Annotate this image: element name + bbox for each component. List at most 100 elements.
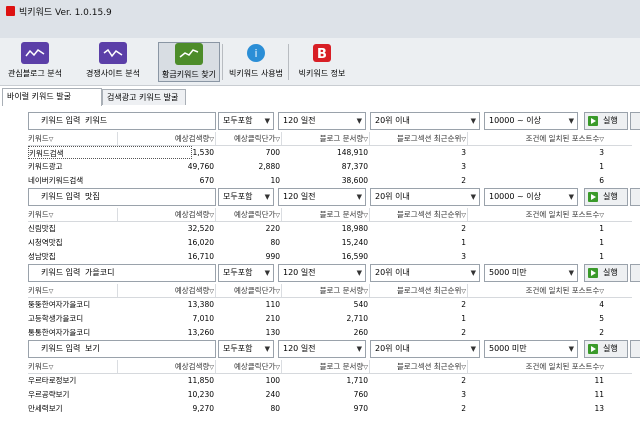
period-select[interactable]: 120 일전 ▼ — [278, 188, 366, 206]
table-cell: 16,590 — [341, 252, 368, 261]
column-header-label: 예상클릭단가 — [233, 286, 276, 295]
column-header[interactable]: 예상검색량▽ — [118, 360, 214, 373]
chevron-down-icon: ▼ — [356, 193, 362, 201]
table-row[interactable]: 키워드검색 1,530 700 148,910 3 3 — [28, 146, 632, 159]
match-filter-select[interactable]: 모두포함 ▼ — [218, 188, 274, 206]
toolbar-golden-keyword-button[interactable]: 황금키워드 찾기 — [158, 42, 220, 82]
period-select[interactable]: 120 일전 ▼ — [278, 264, 366, 282]
keyword-input[interactable]: 키워드 입력 키워드 — [28, 112, 216, 130]
volume-select[interactable]: 5000 미만 ▼ — [484, 340, 578, 358]
column-header[interactable]: 예상클릭단가▽ — [216, 208, 280, 221]
run-button-label: 실행 — [603, 116, 618, 125]
table-cell: 9,270 — [192, 404, 214, 413]
play-icon — [588, 268, 598, 278]
column-header[interactable]: 블로그 문서량▽ — [282, 132, 368, 145]
run-button[interactable]: 실행 — [584, 340, 628, 358]
column-header[interactable]: 조건에 일치된 포스트수▽ — [468, 360, 604, 373]
toolbar-info-button[interactable]: B 빅키워드 정보 — [292, 42, 352, 82]
table-row[interactable]: 고등학생가을코디 7,010 210 2,710 1 5 — [28, 312, 632, 325]
table-cell: 210 — [265, 314, 280, 323]
table-cell: 49,760 — [187, 162, 214, 171]
column-header[interactable]: 예상클릭단가▽ — [216, 360, 280, 373]
chevron-down-icon: ▼ — [568, 117, 574, 125]
match-filter-select[interactable]: 모두포함 ▼ — [218, 264, 274, 282]
chevron-down-icon: ▼ — [356, 117, 362, 125]
run-button[interactable]: 실행 — [584, 112, 628, 130]
table-row[interactable]: 시청역맛집 16,020 80 15,240 1 1 — [28, 236, 632, 249]
column-header[interactable]: 예상클릭단가▽ — [216, 132, 280, 145]
sort-icon: ▽ — [275, 212, 280, 219]
volume-select[interactable]: 10000 ~ 이상 ▼ — [484, 112, 578, 130]
volume-value: 10000 ~ 이상 — [489, 116, 541, 125]
rank-select[interactable]: 20위 이내 ▼ — [370, 188, 480, 206]
column-divider — [215, 360, 216, 373]
column-header[interactable]: 블로그 문서량▽ — [282, 208, 368, 221]
column-divider — [369, 208, 370, 221]
keyword-input[interactable]: 키워드 입력 가을코디 — [28, 264, 216, 282]
column-header[interactable]: 블로그섹션 최근순위▽ — [370, 360, 466, 373]
table-row[interactable]: 통통한여자가을코디 13,260 130 260 2 2 — [28, 326, 632, 339]
keyword-input[interactable]: 키워드 입력 맛집 — [28, 188, 216, 206]
column-header[interactable]: 조건에 일치된 포스트수▽ — [468, 208, 604, 221]
column-header[interactable]: 블로그섹션 최근순위▽ — [370, 208, 466, 221]
column-header[interactable]: 예상검색량▽ — [118, 132, 214, 145]
column-header[interactable]: 키워드▽ — [28, 360, 116, 373]
help-info-icon: i — [242, 42, 270, 64]
column-header[interactable]: 예상검색량▽ — [118, 208, 214, 221]
rank-select[interactable]: 20위 이내 ▼ — [370, 264, 480, 282]
column-header[interactable]: 블로그 문서량▽ — [282, 284, 368, 297]
table-row[interactable]: 네이버키워드검색 670 10 38,600 2 6 — [28, 174, 632, 187]
table-row[interactable]: 신림맛집 32,520 220 18,980 2 1 — [28, 222, 632, 235]
column-header[interactable]: 예상검색량▽ — [118, 284, 214, 297]
volume-select[interactable]: 5000 미만 ▼ — [484, 264, 578, 282]
export-button[interactable] — [630, 188, 640, 206]
export-button[interactable] — [630, 340, 640, 358]
table-row[interactable]: 우르공략보기 10,230 240 760 3 11 — [28, 388, 632, 401]
sort-icon: ▽ — [363, 364, 368, 371]
column-header[interactable]: 조건에 일치된 포스트수▽ — [468, 284, 604, 297]
sort-icon: ▽ — [275, 288, 280, 295]
toolbar-help-button[interactable]: i 빅키워드 사용법 — [226, 42, 286, 82]
column-header[interactable]: 키워드▽ — [28, 132, 116, 145]
play-icon — [588, 192, 598, 202]
column-header[interactable]: 키워드▽ — [28, 208, 116, 221]
match-filter-select[interactable]: 모두포함 ▼ — [218, 112, 274, 130]
column-header-label: 블로그섹션 최근순위 — [396, 286, 462, 295]
period-select[interactable]: 120 일전 ▼ — [278, 112, 366, 130]
table-row[interactable]: 뚱뚱한여자가을코디 13,380 110 540 2 4 — [28, 298, 632, 311]
table-cell: 3 — [461, 252, 466, 261]
table-row[interactable]: 만세력보기 9,270 80 970 2 13 — [28, 402, 632, 415]
toolbar-competitor-analysis-button[interactable]: 경쟁사이트 분석 — [70, 42, 156, 82]
export-button[interactable] — [630, 112, 640, 130]
table-row[interactable]: 우르타로정보기 11,850 100 1,710 2 11 — [28, 374, 632, 387]
column-header[interactable]: 예상클릭단가▽ — [216, 284, 280, 297]
tab-viral-keyword[interactable]: 바이럴 키워드 발굴 — [2, 88, 102, 106]
column-header[interactable]: 블로그섹션 최근순위▽ — [370, 284, 466, 297]
period-select[interactable]: 120 일전 ▼ — [278, 340, 366, 358]
volume-select[interactable]: 10000 ~ 이상 ▼ — [484, 188, 578, 206]
golden-keyword-icon — [175, 43, 203, 65]
export-button[interactable] — [630, 264, 640, 282]
column-divider — [467, 284, 468, 297]
tab-search-ad-keyword[interactable]: 검색광고 키워드 발굴 — [102, 89, 186, 105]
sort-icon: ▽ — [461, 136, 466, 143]
match-filter-select[interactable]: 모두포함 ▼ — [218, 340, 274, 358]
column-header[interactable]: 조건에 일치된 포스트수▽ — [468, 132, 604, 145]
table-row[interactable]: 성남맛집 16,710 990 16,590 3 1 — [28, 250, 632, 263]
table-header: 키워드▽ 예상검색량▽ 예상클릭단가▽ 블로그 문서량▽ 블로그섹션 최근순위▽ 조건에 … — [28, 208, 632, 222]
column-header[interactable]: 키워드▽ — [28, 284, 116, 297]
column-header[interactable]: 블로그 문서량▽ — [282, 360, 368, 373]
column-divider — [467, 360, 468, 373]
table-cell: 670 — [199, 176, 214, 185]
play-icon — [588, 116, 598, 126]
run-button[interactable]: 실행 — [584, 188, 628, 206]
run-button[interactable]: 실행 — [584, 264, 628, 282]
chevron-down-icon: ▼ — [264, 345, 270, 353]
rank-select[interactable]: 20위 이내 ▼ — [370, 340, 480, 358]
column-header[interactable]: 블로그섹션 최근순위▽ — [370, 132, 466, 145]
keyword-input-label: 키워드 입력 — [41, 116, 81, 125]
toolbar-blog-analysis-button[interactable]: 관심블로그 분석 — [4, 42, 66, 82]
keyword-input[interactable]: 키워드 입력 보기 — [28, 340, 216, 358]
table-row[interactable]: 키워드광고 49,760 2,880 87,370 3 1 — [28, 160, 632, 173]
rank-select[interactable]: 20위 이내 ▼ — [370, 112, 480, 130]
